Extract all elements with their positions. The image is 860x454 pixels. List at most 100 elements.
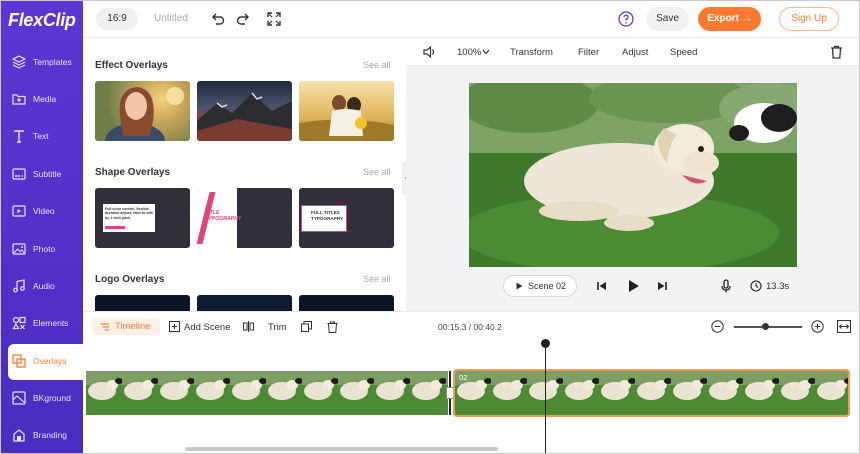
- preview-area: 100% Transform Filter Adjust Speed Scene…: [406, 38, 859, 311]
- shape-overlay-thumb[interactable]: Full color control, flexible duration ad…: [95, 188, 190, 248]
- duplicate-icon[interactable]: [301, 321, 312, 332]
- play-small-icon: [516, 282, 523, 290]
- sidebar-item-label: Media: [33, 94, 57, 104]
- sidebar-item-media[interactable]: Media: [1, 82, 83, 118]
- adjust-button[interactable]: Adjust: [622, 47, 648, 58]
- overlays-panel: Effect Overlays See all Shape Overlays S…: [83, 38, 406, 311]
- logo-overlay-thumb[interactable]: [197, 295, 292, 311]
- sidebar-item-subtitle[interactable]: Subtitle: [1, 157, 83, 193]
- scene-clip-1[interactable]: [86, 371, 448, 415]
- previous-icon[interactable]: [595, 279, 609, 293]
- chevron-down-icon: [482, 49, 490, 55]
- playhead-handle[interactable]: [541, 339, 550, 348]
- sidebar-item-text[interactable]: Text: [1, 119, 83, 155]
- video-preview[interactable]: [469, 83, 797, 267]
- save-button[interactable]: Save: [646, 7, 689, 31]
- volume-icon[interactable]: [422, 45, 436, 59]
- clip-thumbnails: [455, 371, 848, 415]
- sidebar-item-templates[interactable]: Templates: [1, 45, 83, 81]
- shape-overlay-thumb[interactable]: FULL TITLES TYPOGRAPHY: [299, 188, 394, 248]
- sidebar: FlexClip Templates Media Text Subtitle V…: [1, 1, 83, 453]
- sidebar-item-photo[interactable]: Photo: [1, 232, 83, 268]
- sidebar-item-branding[interactable]: Branding: [1, 418, 83, 453]
- undo-icon[interactable]: [210, 11, 226, 27]
- tab-timeline[interactable]: Timeline: [92, 318, 160, 335]
- help-icon[interactable]: [618, 11, 634, 27]
- sidebar-item-overlays[interactable]: Overlays: [8, 344, 83, 380]
- shape-overlay-text: Full color control, flexible duration ad…: [105, 207, 153, 220]
- overlays-icon: [12, 354, 26, 368]
- aspect-ratio-button[interactable]: 16:9: [96, 8, 138, 30]
- speed-button[interactable]: Speed: [670, 47, 697, 58]
- clip-number: 02: [459, 373, 468, 382]
- play-icon[interactable]: [625, 278, 641, 294]
- effect-overlay-thumb[interactable]: [197, 81, 292, 141]
- next-icon[interactable]: [655, 279, 669, 293]
- scene-duration[interactable]: 13.3s: [766, 281, 789, 292]
- layers-icon: [12, 55, 26, 69]
- add-scene-button[interactable]: Add Scene: [184, 322, 230, 333]
- effect-overlay-thumb[interactable]: [95, 81, 190, 141]
- timeline-icon: [101, 323, 109, 331]
- clip-thumbnails: [86, 371, 448, 415]
- section-title-effect-overlays: Effect Overlays: [95, 60, 168, 71]
- timeline-toolbar: Timeline Add Scene Trim 00:15.3 / 00:40.…: [83, 311, 859, 339]
- see-all-link[interactable]: See all: [363, 60, 391, 70]
- redo-icon[interactable]: [235, 11, 251, 27]
- section-title-logo-overlays: Logo Overlays: [95, 274, 165, 285]
- folder-plus-icon: [12, 94, 26, 105]
- dog-video-frame: [469, 83, 797, 267]
- see-all-link[interactable]: See all: [363, 167, 391, 177]
- timecode-display: 00:15.3 / 00:40.2: [438, 322, 502, 332]
- logo-overlay-thumb[interactable]: [95, 295, 190, 311]
- fit-timeline-icon[interactable]: [837, 320, 851, 333]
- split-icon[interactable]: [243, 321, 254, 332]
- zoom-slider-handle[interactable]: [762, 323, 770, 330]
- sidebar-item-label: BKground: [33, 393, 71, 403]
- fullscreen-icon[interactable]: [266, 11, 282, 27]
- playhead-line[interactable]: [545, 339, 546, 453]
- trash-icon[interactable]: [830, 45, 843, 59]
- app-logo[interactable]: FlexClip: [8, 10, 76, 31]
- delete-icon[interactable]: [327, 321, 338, 333]
- scene-clip-2-selected[interactable]: 02: [453, 369, 850, 417]
- filter-button[interactable]: Filter: [578, 47, 599, 58]
- sidebar-item-elements[interactable]: Elements: [1, 306, 83, 342]
- sidebar-item-audio[interactable]: Audio: [1, 269, 83, 305]
- see-all-link[interactable]: See all: [363, 274, 391, 284]
- horizontal-scrollbar[interactable]: [185, 447, 498, 451]
- zoom-select[interactable]: 100%: [457, 47, 481, 58]
- sidebar-item-background[interactable]: BKground: [1, 381, 83, 417]
- shape-overlay-text: TITLE TYPOGRAPHY: [205, 210, 242, 222]
- add-scene-icon[interactable]: [169, 321, 180, 332]
- text-icon: [14, 130, 24, 143]
- microphone-icon[interactable]: [719, 279, 733, 293]
- shape-overlay-bar: [105, 226, 125, 229]
- sidebar-item-video[interactable]: Video: [1, 194, 83, 230]
- transform-button[interactable]: Transform: [510, 47, 553, 58]
- timeline-track: 02: [83, 339, 859, 453]
- photo-icon: [12, 243, 26, 255]
- zoom-in-icon[interactable]: [811, 320, 824, 333]
- export-button[interactable]: Export →: [698, 7, 761, 31]
- trim-button[interactable]: Trim: [268, 322, 287, 333]
- mountain-landscape-image: [197, 92, 292, 141]
- couple-field-image: [299, 95, 394, 141]
- top-toolbar: 16:9 Untitled Save Export → Sign Up: [83, 1, 859, 38]
- section-title-shape-overlays: Shape Overlays: [95, 167, 171, 178]
- scene-selector[interactable]: Scene 02: [503, 275, 577, 297]
- logo-overlay-thumb[interactable]: [299, 295, 394, 311]
- clock-icon: [750, 280, 762, 292]
- shape-overlay-thumb[interactable]: TITLE TYPOGRAPHY: [197, 188, 292, 248]
- background-icon: [12, 391, 26, 405]
- zoom-out-icon[interactable]: [711, 320, 724, 333]
- sidebar-item-label: Overlays: [33, 356, 67, 366]
- scene-label: Scene 02: [528, 281, 567, 291]
- tab-timeline-label: Timeline: [115, 321, 151, 332]
- sidebar-item-label: Elements: [33, 318, 69, 328]
- project-title[interactable]: Untitled: [154, 13, 188, 24]
- sign-up-button[interactable]: Sign Up: [779, 7, 839, 31]
- effect-overlay-thumb[interactable]: [299, 81, 394, 141]
- sidebar-item-label: Branding: [33, 430, 68, 440]
- shape-overlay-text: FULL TITLES TYPOGRAPHY: [311, 210, 344, 221]
